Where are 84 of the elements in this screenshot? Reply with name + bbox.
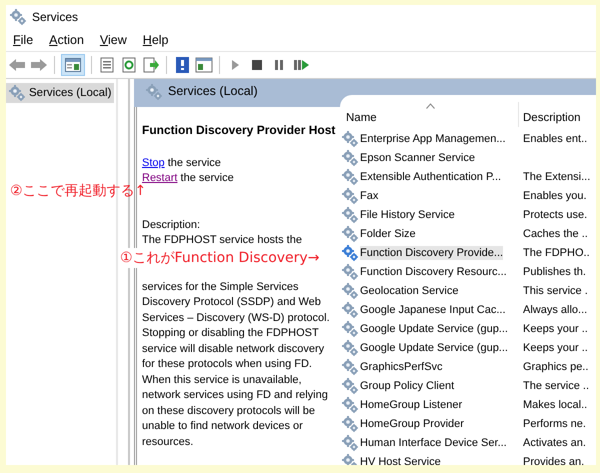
table-cell-text: Caches the .. [522,228,588,240]
gear-icon [342,130,358,146]
service-name-cell[interactable]: Folder Size [360,226,416,240]
service-name-cell[interactable]: Function Discovery Resourc... [360,264,507,278]
action-text: the service [166,156,221,168]
table-cell-text: Keeps your .. [522,322,588,334]
service-name-cell[interactable]: Group Policy Client [360,378,454,392]
menu-item[interactable]: Action [49,33,84,47]
service-name-cell[interactable]: Epson Scanner Service [360,150,475,164]
table-cell-text: Graphics pe.. [522,360,588,372]
service-name-cell[interactable]: Fax [360,188,378,202]
sort-caret-icon [426,103,435,109]
gear-icon [342,150,358,166]
gear-icon [9,85,25,101]
description-text: The FDPHOST service hosts the [142,233,303,248]
gear-icon [342,320,358,336]
service-name-cell[interactable]: Geolocation Service [360,284,458,298]
console-icon[interactable] [195,57,213,73]
action-link[interactable]: Restart [142,172,178,184]
annotation-text: ②ここで再起動する↑ [10,182,146,200]
table-cell-text: This service . [522,284,588,296]
menu-item[interactable]: Help [142,33,169,47]
table-cell-text: The Extensi... [522,170,590,182]
gear-icon [342,226,358,242]
pane-icon [65,58,81,72]
export-icon[interactable] [142,57,160,73]
service-name-cell[interactable]: HV Host Service [360,454,441,465]
gear-icon [146,84,162,100]
description-text: services for the Simple Services Discovery Protocol (SSDP) and Web Services – Discovery (WS-D) protocol. Stopping or disabling the FDPHOST service will disable network discovery for these protocols when using FD. When this service is unavailable, network services using FD and relying on these discovery protocols will be unable to find network devices or resources. [142,280,331,450]
refresh-icon[interactable] [120,57,138,73]
gear-icon [342,396,358,412]
gear-icon [342,168,358,184]
back-icon[interactable] [8,57,26,73]
gear-icon [342,358,358,374]
gear-icon [342,416,358,432]
gear-icon [342,378,358,394]
gear-icon [342,434,358,450]
table-cell-text: Keeps your .. [522,342,588,354]
service-name: Function Discovery Provider Host [142,123,336,138]
table-cell-text: Publishes th. [522,266,586,278]
gear-icon [342,206,358,222]
action-link[interactable]: Stop [142,156,165,168]
annotation-text: ①これがFunction Discovery→ [118,248,322,268]
table-cell-text: Enables ent.. [522,132,588,144]
table-cell-text: Always allo... [522,304,588,316]
table-cell-text: Performs ne. [522,418,586,430]
table-cell-text: Protects use. [522,208,588,220]
window-title: Services [32,10,78,24]
table-cell-text: Activates an. [522,436,586,448]
table-cell-text: Provides an. [522,456,584,465]
gear-icon [10,9,26,25]
service-name-cell[interactable]: Extensible Authentication P... [360,170,502,184]
description-label: Description: [142,218,202,232]
help-icon[interactable] [173,57,191,73]
properties-icon[interactable] [98,57,116,73]
table-cell-text: Enables you. [522,190,587,202]
gear-icon [342,302,358,318]
service-name-cell[interactable]: Google Japanese Input Cac... [360,302,506,316]
table-cell-text: The FDPHO.. [522,246,590,258]
service-name-cell[interactable]: HomeGroup Provider [360,416,464,430]
tree-toggle-button[interactable] [61,54,85,76]
service-name-cell[interactable]: Enterprise App Managemen... [360,132,506,146]
gear-icon [342,264,358,280]
table-cell-text: Makes local.. [522,398,588,410]
gear-icon [342,188,358,204]
table-cell-text: The service .. [522,380,590,392]
forward-icon[interactable] [30,57,48,73]
tree-item[interactable]: Services (Local) [6,83,114,103]
service-name-cell[interactable]: File History Service [360,208,455,222]
service-name-cell[interactable]: Google Update Service (gup... [360,322,508,336]
service-name-cell[interactable]: Function Discovery Provide... [360,246,504,260]
column-header[interactable]: Name [342,102,519,127]
service-name-cell[interactable]: Human Interface Device Ser... [360,436,507,450]
service-name-cell[interactable]: Google Update Service (gup... [360,340,508,354]
gear-icon [342,340,358,356]
gear-icon [342,282,358,298]
service-name-cell[interactable]: GraphicsPerfSvc [360,360,443,374]
menu-item[interactable]: View [100,33,127,47]
service-name-cell[interactable]: HomeGroup Listener [360,398,462,412]
gear-icon [342,454,358,465]
action-text: the service [180,172,234,184]
gear-icon [342,244,358,260]
restart-icon[interactable] [292,57,310,73]
menu-item[interactable]: File [13,33,34,47]
